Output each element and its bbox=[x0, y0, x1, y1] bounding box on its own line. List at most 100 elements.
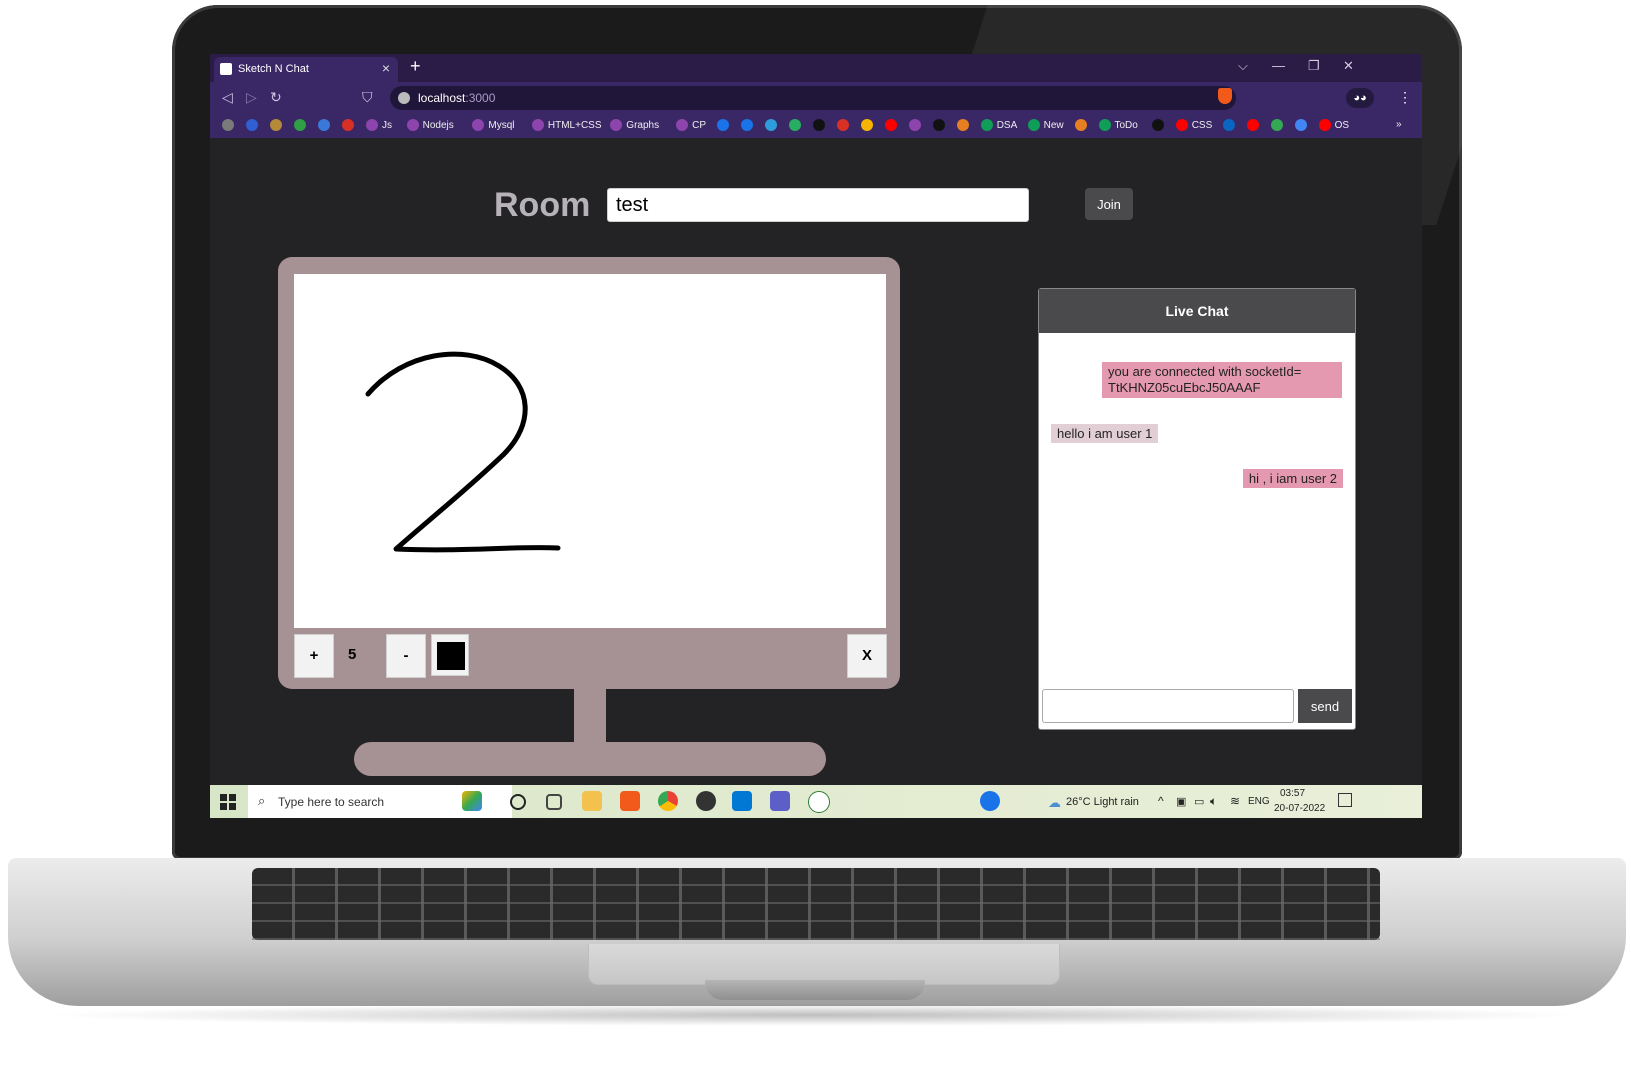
tab-sketch-n-chat[interactable]: Sketch N Chat × bbox=[214, 57, 398, 82]
bookmark-favicon-icon bbox=[788, 119, 801, 131]
extension-glasses-icon[interactable]: ◕◕ bbox=[1346, 88, 1374, 108]
bookmark-item[interactable] bbox=[1222, 119, 1235, 131]
restore-icon[interactable]: ❐ bbox=[1308, 58, 1320, 74]
drawing-canvas[interactable] bbox=[294, 274, 886, 628]
battery-icon[interactable]: ▭ bbox=[1194, 795, 1204, 808]
bookmark-label: New bbox=[1043, 119, 1064, 131]
bookmark-item[interactable]: New bbox=[1027, 119, 1064, 131]
bookmark-item[interactable] bbox=[270, 119, 282, 131]
bookmark-item[interactable] bbox=[1074, 119, 1087, 131]
bookmark-favicon-icon bbox=[1027, 119, 1040, 131]
tab-favicon-icon bbox=[220, 63, 232, 75]
weather-text[interactable]: 26°C Light rain bbox=[1066, 796, 1139, 808]
bookmark-item[interactable] bbox=[716, 119, 729, 131]
new-tab-button[interactable]: + bbox=[410, 56, 421, 77]
bookmark-favicon-icon bbox=[472, 119, 485, 131]
volume-icon[interactable]: 🔈︎ bbox=[1210, 794, 1217, 809]
send-button[interactable]: send bbox=[1298, 689, 1352, 723]
clock-time[interactable]: 03:57 bbox=[1280, 788, 1305, 799]
bookmarks-more-icon[interactable]: » bbox=[1396, 119, 1402, 130]
bookmark-favicon-icon bbox=[1074, 119, 1087, 131]
increase-brush-button[interactable]: + bbox=[294, 634, 334, 678]
bookmark-item[interactable] bbox=[932, 119, 945, 131]
reload-icon[interactable]: ↻ bbox=[270, 89, 282, 106]
bookmark-favicon-icon bbox=[1151, 119, 1164, 131]
bookmark-favicon-icon bbox=[1246, 119, 1259, 131]
bookmark-favicon-icon bbox=[908, 119, 921, 131]
bookmark-favicon-icon bbox=[716, 119, 729, 131]
tray-chevron-icon[interactable]: ^ bbox=[1158, 794, 1164, 808]
color-picker[interactable] bbox=[431, 634, 469, 676]
bookmark-favicon-icon bbox=[812, 119, 825, 131]
bookmark-favicon-icon bbox=[1175, 119, 1188, 131]
bookmark-favicon-icon bbox=[246, 119, 258, 131]
bookmark-item[interactable] bbox=[318, 119, 330, 131]
tab-strip: Sketch N Chat × + ⌵ — ❐ ✕ bbox=[210, 54, 1422, 82]
bookmark-favicon-icon bbox=[884, 119, 897, 131]
clock-date[interactable]: 20-07-2022 bbox=[1274, 803, 1325, 814]
bookmark-item[interactable]: OS bbox=[1318, 119, 1349, 131]
chat-title: Live Chat bbox=[1039, 289, 1355, 333]
clear-canvas-button[interactable]: X bbox=[847, 634, 887, 678]
bookmark-item[interactable]: Js bbox=[366, 119, 392, 131]
bookmark-item[interactable] bbox=[342, 119, 354, 131]
bookmark-favicon-icon bbox=[1294, 119, 1307, 131]
bookmark-favicon-icon bbox=[740, 119, 753, 131]
close-window-icon[interactable]: ✕ bbox=[1343, 58, 1354, 74]
bookmark-item[interactable] bbox=[884, 119, 897, 131]
bookmark-item[interactable]: DSA bbox=[980, 119, 1017, 131]
address-bar[interactable]: localhost:3000 bbox=[390, 86, 1236, 110]
back-icon[interactable]: ◁ bbox=[222, 89, 233, 106]
network-icon[interactable]: ▣ bbox=[1176, 795, 1186, 808]
bookmark-item[interactable] bbox=[836, 119, 849, 131]
bookmark-item[interactable] bbox=[860, 119, 873, 131]
bookmark-item[interactable] bbox=[222, 119, 234, 131]
bookmark-item[interactable]: Nodejs bbox=[406, 119, 454, 131]
bookmark-item[interactable] bbox=[294, 119, 306, 131]
chat-input[interactable] bbox=[1042, 689, 1294, 723]
bookmark-favicon-icon bbox=[956, 119, 969, 131]
bookmark-item[interactable] bbox=[1151, 119, 1164, 131]
bookmark-item[interactable] bbox=[246, 119, 258, 131]
bookmark-item[interactable]: Mysql bbox=[472, 119, 515, 131]
bookmark-favicon-icon bbox=[836, 119, 849, 131]
tab-close-icon[interactable]: × bbox=[382, 60, 390, 76]
bookmark-favicon-icon bbox=[318, 119, 330, 131]
site-info-icon[interactable] bbox=[398, 92, 410, 104]
bookmark-item[interactable] bbox=[908, 119, 921, 131]
bookmark-icon[interactable]: ⛉ bbox=[362, 89, 373, 106]
bookmark-item[interactable]: CP bbox=[676, 119, 706, 131]
bookmark-label: ToDo bbox=[1114, 119, 1138, 131]
bookmark-label: Nodejs bbox=[422, 119, 454, 131]
wifi-icon[interactable]: ≋ bbox=[1230, 794, 1240, 808]
bookmark-item[interactable] bbox=[740, 119, 753, 131]
notifications-icon[interactable] bbox=[1338, 793, 1352, 807]
live-chat-panel: Live Chat you are connected with socketI… bbox=[1038, 288, 1356, 730]
brave-shield-icon[interactable] bbox=[1218, 88, 1232, 104]
bookmark-item[interactable] bbox=[1246, 119, 1259, 131]
bookmark-item[interactable] bbox=[788, 119, 801, 131]
chat-message: hi , i iam user 2 bbox=[1242, 469, 1343, 488]
bookmark-item[interactable] bbox=[812, 119, 825, 131]
bookmark-item[interactable] bbox=[764, 119, 777, 131]
system-tray: ☁ 26°C Light rain ^ ▣ ▭ 🔈︎ ≋ ENG 03:57 2… bbox=[210, 785, 1422, 818]
bookmark-item[interactable] bbox=[1294, 119, 1307, 131]
bookmark-favicon-icon bbox=[764, 119, 777, 131]
bookmark-item[interactable]: CSS bbox=[1175, 119, 1212, 131]
decrease-brush-button[interactable]: - bbox=[386, 634, 426, 678]
room-input[interactable] bbox=[607, 188, 1029, 222]
bookmark-item[interactable]: ToDo bbox=[1098, 119, 1138, 131]
bookmark-item[interactable]: HTML+CSS bbox=[531, 119, 602, 131]
bookmark-label: CP bbox=[692, 119, 706, 131]
join-button[interactable]: Join bbox=[1085, 188, 1133, 220]
tab-search-icon[interactable]: ⌵ bbox=[1238, 58, 1248, 74]
bookmark-item[interactable] bbox=[956, 119, 969, 131]
bookmark-item[interactable] bbox=[1270, 119, 1283, 131]
forward-icon[interactable]: ▷ bbox=[246, 89, 257, 106]
url-host: localhost bbox=[418, 91, 466, 105]
browser-menu-icon[interactable]: ⋮ bbox=[1398, 89, 1412, 106]
language-indicator[interactable]: ENG bbox=[1248, 796, 1270, 807]
bookmark-item[interactable]: Graphs bbox=[610, 119, 659, 131]
minimize-icon[interactable]: — bbox=[1272, 58, 1285, 73]
keyboard-rows bbox=[252, 868, 1380, 940]
